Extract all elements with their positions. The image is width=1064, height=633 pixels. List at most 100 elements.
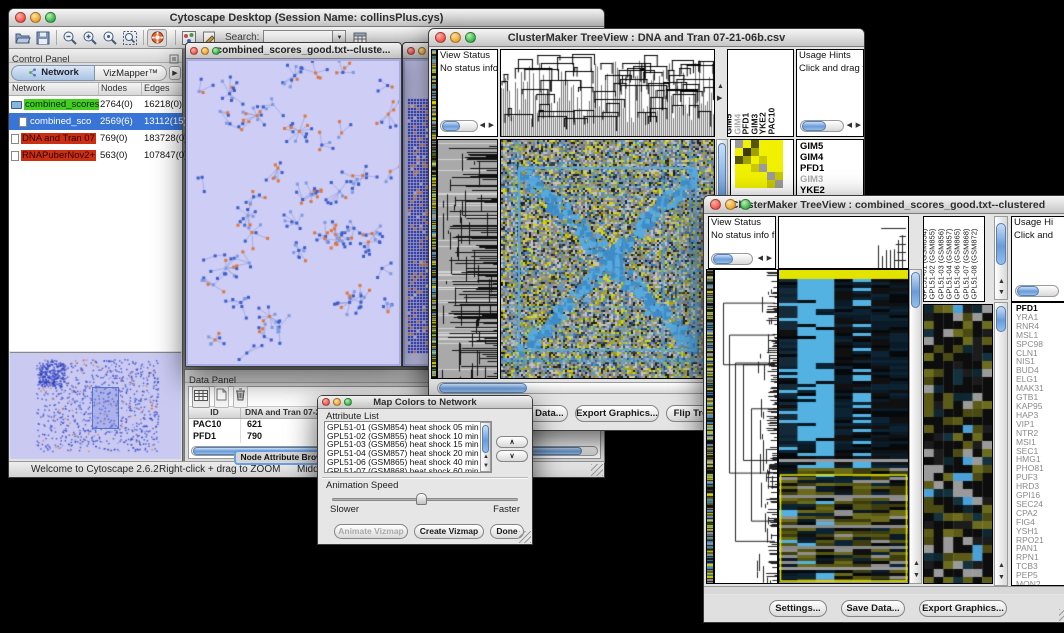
tv1-column-dendrogram[interactable]: [500, 49, 715, 137]
overview-viewport-rect[interactable]: [92, 387, 119, 429]
network1-titlebar[interactable]: combined_scores_good.txt--cluste...: [186, 43, 401, 59]
minimize-button[interactable]: [201, 47, 209, 55]
scroll-down-arrow-icon[interactable]: ▼: [483, 463, 489, 469]
zoom-window-button[interactable]: [465, 32, 476, 43]
tv2-row-dendrogram[interactable]: [714, 269, 778, 584]
col-network[interactable]: Network: [9, 83, 99, 95]
tv1-column-label[interactable]: PAC10: [768, 107, 777, 134]
close-button[interactable]: [322, 398, 330, 406]
attribute-listbox[interactable]: GPL51-01 (GSM854) heat shock 05 minGPL51…: [324, 421, 492, 473]
scroll-down-arrow-icon[interactable]: ▼: [998, 289, 1005, 296]
close-button[interactable]: [190, 47, 198, 55]
scroll-down-arrow-icon[interactable]: ▼: [998, 574, 1005, 581]
tv1-hints-scroll-thumb[interactable]: [802, 121, 826, 131]
dp-col-id[interactable]: ID: [189, 407, 241, 418]
tv2-list-vscrollbar[interactable]: ▲ ▼: [994, 302, 1008, 586]
tv1-gene-item[interactable]: GIM5: [800, 141, 863, 152]
treeview2-titlebar[interactable]: ClusterMaker TreeView : combined_scores_…: [704, 196, 1064, 214]
tv2-button-settings[interactable]: Settings...: [769, 600, 827, 617]
scroll-left-arrow-icon[interactable]: ◀: [480, 122, 485, 129]
attribute-list-scrollbar[interactable]: ▲ ▼: [480, 422, 491, 472]
tv2-button-export-graphics[interactable]: Export Graphics...: [919, 600, 1007, 617]
tv2-column-label[interactable]: GPL51-06 (GSM865): [954, 228, 962, 299]
tv1-gene-item[interactable]: PFD1: [800, 163, 863, 174]
attribute-table-button[interactable]: [192, 386, 210, 408]
main-titlebar[interactable]: Cytoscape Desktop (Session Name: collins…: [9, 9, 604, 27]
treeview1-titlebar[interactable]: ClusterMaker TreeView : DNA and Tran 07-…: [429, 29, 864, 47]
scroll-left-arrow-icon[interactable]: ◀: [847, 122, 852, 129]
col-nodes[interactable]: Nodes: [99, 83, 142, 95]
tab-network[interactable]: Network: [11, 65, 95, 81]
tv2-top-vscroll-thumb[interactable]: [996, 223, 1006, 265]
network-list-row[interactable]: DNA and Tran 07769(0)183728(0): [9, 130, 182, 147]
nav-up-arrow-icon[interactable]: ▲: [717, 83, 724, 90]
tv1-hints-scrollbar[interactable]: [800, 120, 844, 132]
network-list-row[interactable]: RNAPuberNov2+563(0)107847(0): [9, 147, 182, 164]
tv2-column-dendrogram[interactable]: [778, 216, 909, 269]
attribute-list-item[interactable]: GPL51-07 (GSM868) heat shock 60 min: [327, 467, 489, 473]
tv2-column-label[interactable]: GPL51-08 (GSM872): [970, 228, 978, 299]
tv2-main-vscroll-thumb[interactable]: [911, 272, 920, 308]
tv1-button-export-graphics[interactable]: Export Graphics...: [575, 405, 659, 422]
scroll-up-arrow-icon[interactable]: ▲: [483, 454, 489, 460]
tv1-zoom-heatmap[interactable]: [735, 140, 783, 188]
tv1-hscrollbar[interactable]: [437, 382, 715, 394]
tv2-list-vscroll-thumb[interactable]: [996, 306, 1006, 332]
tab-vizmapper[interactable]: VizMapper™: [95, 65, 167, 81]
tv2-column-label[interactable]: GPL51-03 (GSM856): [937, 228, 945, 299]
tv2-resize-grip[interactable]: [1059, 609, 1064, 621]
nav-right-arrow-icon[interactable]: ▶: [717, 95, 722, 102]
network-list-row[interactable]: combined_scores2764(0)16218(0): [9, 96, 182, 113]
tv1-status-scroll-thumb[interactable]: [442, 121, 460, 131]
col-edges[interactable]: Edges: [142, 83, 182, 95]
minimize-button[interactable]: [333, 398, 341, 406]
scroll-down-arrow-icon[interactable]: ▼: [913, 572, 920, 579]
minimize-button[interactable]: [450, 32, 461, 43]
tv1-row-dendrogram[interactable]: [437, 139, 498, 379]
zoom-window-button[interactable]: [212, 47, 220, 55]
zoom-out-button[interactable]: [60, 29, 80, 47]
network1-view-canvas[interactable]: [188, 61, 401, 366]
tv1-hscroll-thumb[interactable]: [439, 383, 527, 393]
close-button[interactable]: [15, 12, 26, 23]
tv2-column-label[interactable]: GPL51-02 (GSM855): [929, 228, 937, 299]
scroll-up-arrow-icon[interactable]: ▲: [998, 278, 1005, 285]
tv2-column-label[interactable]: GPL51-07 (GSM868): [962, 228, 970, 299]
open-session-button[interactable]: [13, 29, 33, 47]
minimize-button[interactable]: [725, 199, 736, 210]
float-panel-icon[interactable]: [169, 51, 179, 69]
scroll-up-arrow-icon[interactable]: ▲: [913, 560, 920, 567]
tv2-status-scrollbar[interactable]: [711, 253, 753, 265]
tv1-status-scrollbar[interactable]: [440, 120, 478, 132]
zoom-in-button[interactable]: [80, 29, 100, 47]
tv2-hints-scroll-thumb[interactable]: [1017, 286, 1039, 296]
zoom-window-button[interactable]: [344, 398, 352, 406]
tv2-zoom-heatmap[interactable]: [923, 304, 993, 584]
close-button[interactable]: [407, 47, 415, 55]
attribute-list-scroll-thumb[interactable]: [482, 425, 489, 453]
zoom-window-button[interactable]: [740, 199, 751, 210]
tv2-main-vscrollbar[interactable]: ▲ ▼: [909, 269, 922, 584]
tv1-gene-item[interactable]: GIM4: [800, 152, 863, 163]
scroll-right-arrow-icon[interactable]: ▶: [856, 122, 861, 129]
dialog-resize-grip[interactable]: [519, 531, 531, 543]
zoom-selected-button[interactable]: [100, 29, 120, 47]
minimize-button[interactable]: [30, 12, 41, 23]
tv2-status-scroll-thumb[interactable]: [713, 254, 733, 264]
scroll-right-arrow-icon[interactable]: ▶: [767, 255, 772, 262]
minimize-button[interactable]: [418, 47, 426, 55]
tv1-heatmap[interactable]: [500, 139, 715, 379]
dialog-titlebar[interactable]: Map Colors to Network: [318, 396, 532, 409]
help-button[interactable]: [147, 29, 167, 47]
zoom-fit-button[interactable]: [120, 29, 140, 47]
move-up-button[interactable]: ∧: [496, 436, 528, 448]
tv1-gene-item[interactable]: GIM3: [800, 174, 863, 185]
tv2-button-save-data[interactable]: Save Data...: [841, 600, 905, 617]
move-down-button[interactable]: ∨: [496, 450, 528, 462]
dialog-button-create-vizmap[interactable]: Create Vizmap: [414, 524, 484, 539]
network-overview-panel[interactable]: [10, 352, 181, 459]
tv2-top-vscrollbar[interactable]: ▲ ▼: [994, 216, 1008, 300]
scroll-left-arrow-icon[interactable]: ◀: [758, 255, 763, 262]
scroll-up-arrow-icon[interactable]: ▲: [998, 562, 1005, 569]
main-resize-grip[interactable]: [591, 464, 603, 476]
